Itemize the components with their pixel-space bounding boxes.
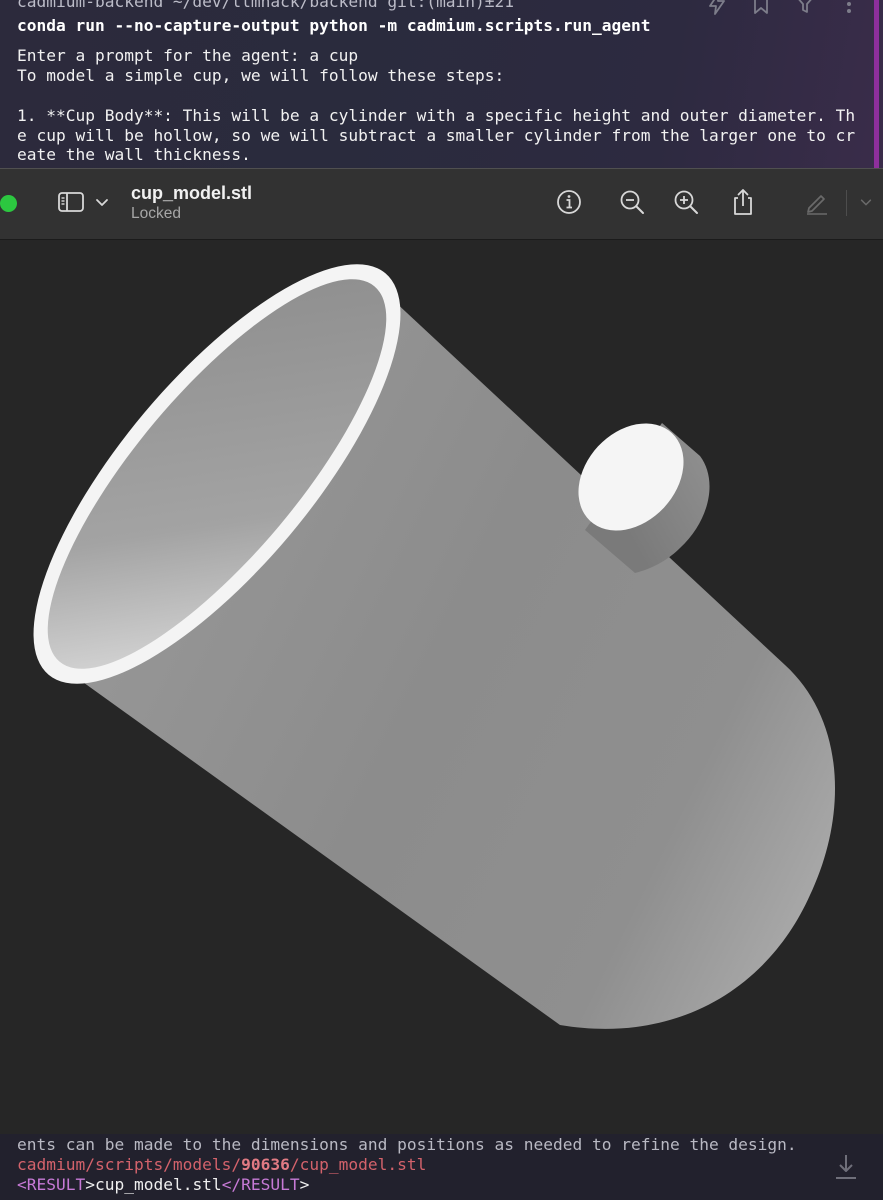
terminal-output-line: To model a simple cup, we will follow th… <box>17 66 505 85</box>
chevron-down-icon[interactable] <box>88 186 116 218</box>
terminal-output-line: Enter a prompt for the agent: a cup <box>17 46 359 65</box>
terminal-output-line: e cup will be hollow, so we will subtrac… <box>17 126 856 145</box>
file-name: cup_model.stl <box>131 183 253 203</box>
markup-pen-icon[interactable] <box>801 186 833 218</box>
terminal-output-line: eate the wall thickness. <box>17 145 251 164</box>
scrollbar[interactable] <box>874 0 879 168</box>
terminal-toolbar-icons <box>705 0 861 16</box>
zoom-out-icon[interactable] <box>616 186 648 218</box>
bookmark-icon[interactable] <box>749 0 773 16</box>
window-zoom-button[interactable] <box>0 195 17 212</box>
terminal-prompt-line: cadmium-backend ~/dev/llmhack/backend gi… <box>17 0 515 11</box>
filter-icon[interactable] <box>793 0 817 16</box>
sidebar-icon[interactable] <box>55 186 87 218</box>
share-icon[interactable] <box>727 186 759 218</box>
terminal-output-line: ents can be made to the dimensions and p… <box>17 1135 797 1154</box>
terminal-output-line: 1. **Cup Body**: This will be a cylinder… <box>17 106 856 125</box>
bolt-icon[interactable] <box>705 0 729 16</box>
zoom-in-icon[interactable] <box>670 186 702 218</box>
terminal-bottom-pane[interactable]: ents can be made to the dimensions and p… <box>0 1134 883 1200</box>
file-status: Locked <box>131 205 181 222</box>
toolbar-divider <box>846 190 847 216</box>
download-icon[interactable] <box>833 1152 859 1182</box>
terminal-result-line: <RESULT>cup_model.stl</RESULT> <box>17 1175 310 1194</box>
terminal-top-pane[interactable]: cadmium-backend ~/dev/llmhack/backend gi… <box>0 0 883 168</box>
model-viewport[interactable] <box>0 241 883 1134</box>
markup-chevron-down-icon[interactable] <box>853 186 879 218</box>
cup-model[interactable] <box>0 241 883 1134</box>
info-icon[interactable] <box>553 186 585 218</box>
terminal-command: conda run --no-capture-output python -m … <box>17 16 651 35</box>
more-icon[interactable] <box>837 0 861 16</box>
terminal-model-path: cadmium/scripts/models/90636/cup_model.s… <box>17 1155 427 1174</box>
